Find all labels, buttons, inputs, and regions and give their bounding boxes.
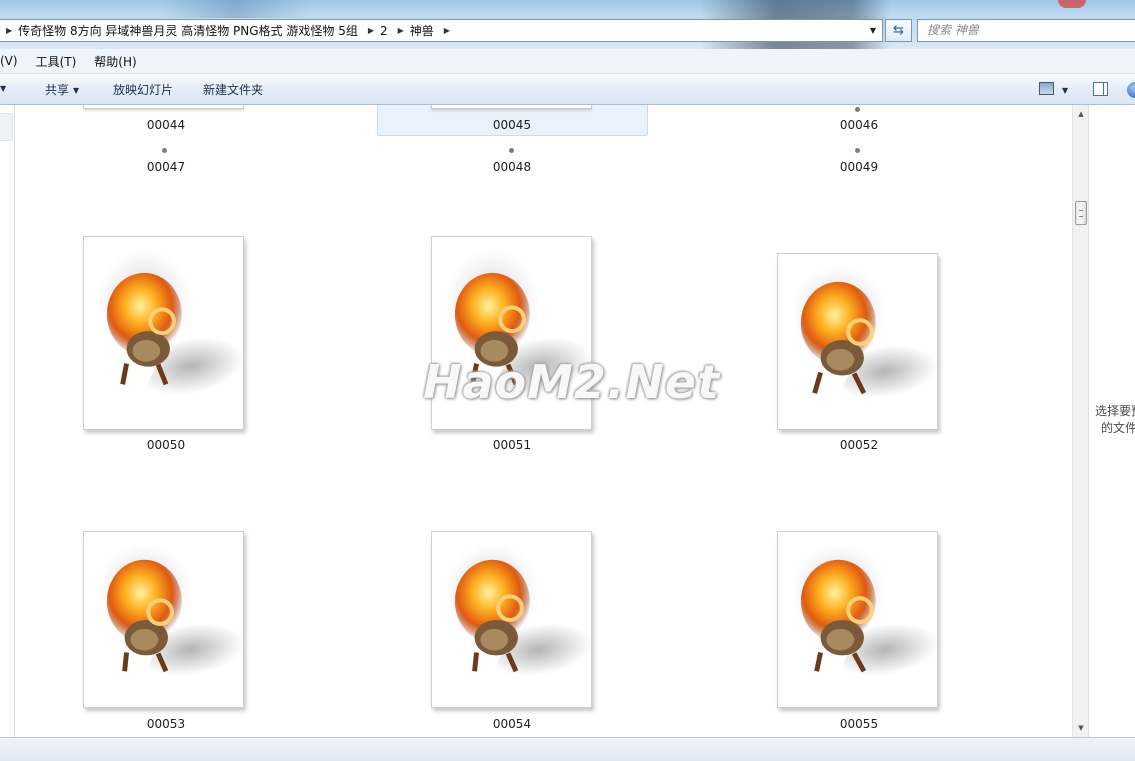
navigation-pane-selected-item[interactable] — [0, 113, 13, 141]
status-bar — [0, 737, 1135, 761]
breadcrumb-folder-root[interactable]: 传奇怪物 8方向 异域神兽月灵 高清怪物 PNG格式 游戏怪物 5组 — [18, 22, 358, 39]
menu-tools[interactable]: 工具(T) — [36, 53, 77, 70]
file-name[interactable]: 00045 — [452, 118, 572, 132]
file-thumbnail[interactable] — [855, 107, 860, 112]
file-name[interactable]: 00050 — [106, 438, 226, 452]
file-name[interactable]: 00053 — [106, 717, 226, 731]
refresh-icon: ⇆ — [893, 23, 904, 38]
menu-bar: (V) 工具(T) 帮助(H) — [0, 49, 1135, 74]
chevron-down-icon[interactable]: ▼ — [866, 23, 880, 38]
preview-message-line2: 的文件 — [1101, 421, 1135, 435]
file-thumbnail[interactable] — [509, 148, 514, 153]
file-thumbnail[interactable] — [83, 105, 244, 109]
organize-dropdown-caret[interactable]: ▼ — [0, 81, 6, 95]
address-bar-row: ▶ 传奇怪物 8方向 异域神兽月灵 高清怪物 PNG格式 游戏怪物 5组 ▶ 2… — [0, 0, 1135, 49]
preview-pane-icon[interactable] — [1093, 82, 1108, 96]
scroll-down-icon[interactable]: ▼ — [1076, 723, 1086, 733]
file-name[interactable]: 00055 — [799, 717, 919, 731]
fire-beast-image — [106, 559, 182, 673]
file-thumbnail[interactable] — [777, 253, 938, 430]
menu-help[interactable]: 帮助(H) — [94, 53, 136, 70]
window-titlebar-background — [160, 0, 310, 18]
chevron-down-icon: ▼ — [1062, 86, 1069, 95]
file-thumbnail[interactable] — [431, 531, 592, 708]
close-window-button[interactable] — [1058, 0, 1086, 8]
menu-view[interactable]: (V) — [0, 54, 18, 68]
file-name[interactable]: 00054 — [452, 717, 572, 731]
chevron-down-icon: ▼ — [73, 86, 80, 95]
new-folder-button[interactable]: 新建文件夹 — [203, 81, 263, 98]
view-options-dropdown[interactable]: ▼ — [1058, 83, 1068, 97]
fire-beast-image — [800, 559, 876, 673]
help-icon[interactable] — [1127, 82, 1135, 98]
share-label: 共享 — [45, 83, 70, 97]
breadcrumb-separator-icon[interactable]: ▶ — [444, 26, 450, 35]
file-list[interactable]: 00044 00045 00046 00047 00048 00049 0005… — [15, 105, 1072, 737]
preview-pane: 选择要预 的文件 — [1088, 105, 1135, 737]
search-input[interactable]: 搜索 神兽 — [917, 19, 1135, 42]
file-thumbnail[interactable] — [162, 148, 167, 153]
file-name[interactable]: 00047 — [106, 160, 226, 174]
preview-message-line1: 选择要预 — [1095, 404, 1135, 418]
breadcrumb-separator-icon[interactable]: ▶ — [398, 26, 404, 35]
slideshow-button[interactable]: 放映幻灯片 — [113, 81, 173, 98]
file-thumbnail[interactable] — [777, 531, 938, 708]
breadcrumb-folder-2[interactable]: 2 — [380, 24, 388, 38]
file-thumbnail[interactable] — [83, 531, 244, 708]
file-thumbnail[interactable] — [83, 236, 244, 430]
refresh-button[interactable]: ⇆ — [885, 19, 912, 42]
navigation-pane[interactable] — [0, 105, 15, 737]
command-bar: ▼ 共享 ▼ 放映幻灯片 新建文件夹 ▼ — [0, 74, 1135, 105]
scrollbar-thumb[interactable] — [1075, 201, 1087, 225]
file-name[interactable]: 00052 — [799, 438, 919, 452]
breadcrumb-separator-icon[interactable]: ▶ — [368, 26, 374, 35]
vertical-scrollbar[interactable]: ▲ ▼ — [1072, 105, 1088, 737]
fire-beast-image — [106, 272, 182, 386]
view-options-icon[interactable] — [1039, 82, 1054, 95]
fire-beast-image — [800, 281, 876, 395]
file-thumbnail[interactable] — [431, 105, 592, 109]
file-name[interactable]: 00048 — [452, 160, 572, 174]
scroll-up-icon[interactable]: ▲ — [1076, 109, 1086, 119]
share-button[interactable]: 共享 ▼ — [45, 81, 79, 98]
preview-pane-message: 选择要预 的文件 — [1095, 403, 1135, 437]
watermark: HaoM2.Net — [423, 355, 721, 409]
breadcrumb-folder-current[interactable]: 神兽 — [410, 22, 434, 39]
breadcrumb-separator-icon[interactable]: ▶ — [6, 26, 12, 35]
file-name[interactable]: 00044 — [106, 118, 226, 132]
file-name[interactable]: 00049 — [799, 160, 919, 174]
file-thumbnail[interactable] — [855, 148, 860, 153]
file-name[interactable]: 00051 — [452, 438, 572, 452]
fire-beast-image — [454, 559, 530, 673]
address-bar[interactable]: ▶ 传奇怪物 8方向 异域神兽月灵 高清怪物 PNG格式 游戏怪物 5组 ▶ 2… — [0, 19, 883, 42]
file-name[interactable]: 00046 — [799, 118, 919, 132]
